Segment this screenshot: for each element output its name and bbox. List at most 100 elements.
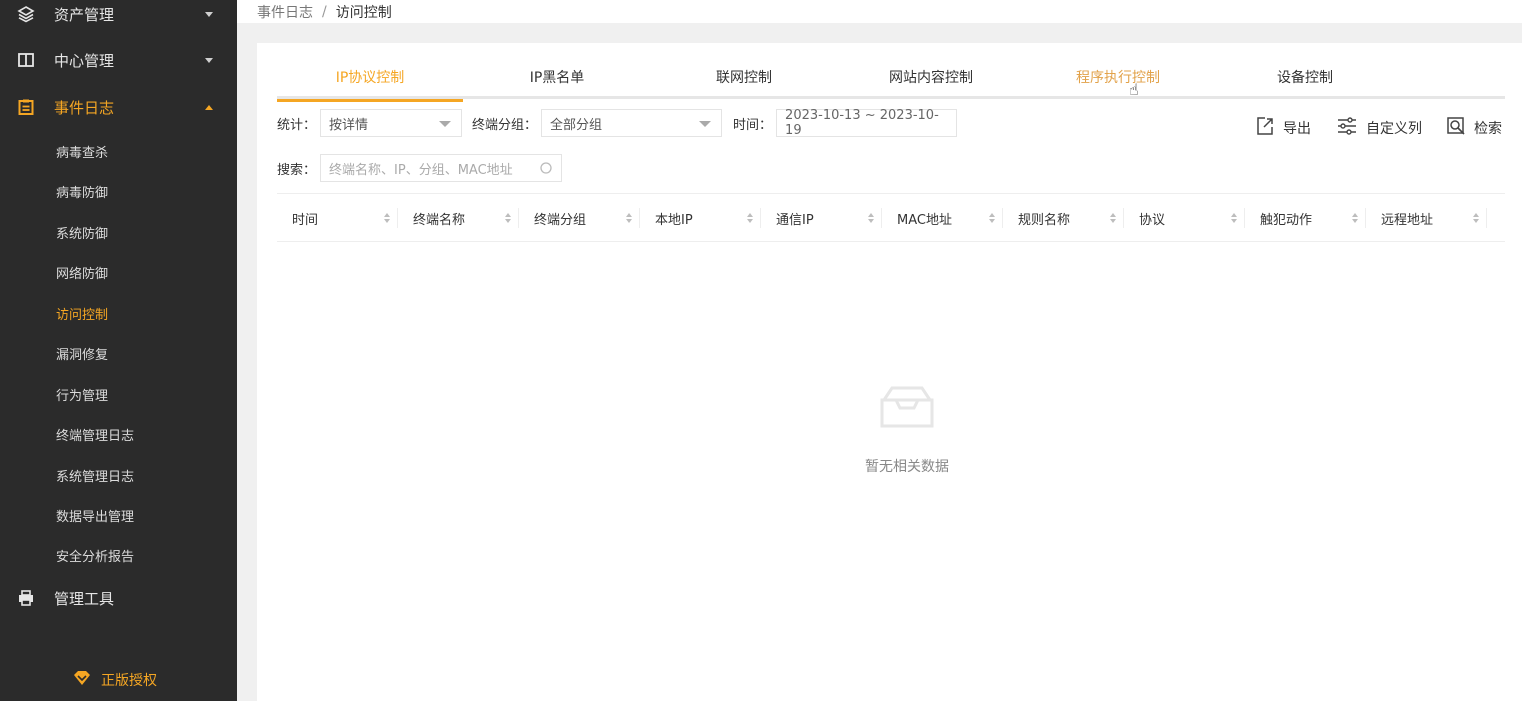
- empty-inbox-icon: [874, 386, 940, 442]
- sidebar-item-vulnerability-fix[interactable]: 漏洞修复: [0, 333, 237, 373]
- sidebar-item-security-report[interactable]: 安全分析报告: [0, 535, 237, 575]
- sort-icon[interactable]: [989, 213, 995, 223]
- sidebar-item-data-export[interactable]: 数据导出管理: [0, 495, 237, 535]
- license-link[interactable]: 正版授权: [73, 670, 157, 690]
- column-header-action[interactable]: 触犯动作: [1245, 194, 1366, 242]
- menu-asset-management[interactable]: 资产管理: [0, 0, 237, 37]
- menu-label: 资产管理: [54, 5, 115, 24]
- sidebar-item-system-defense[interactable]: 系统防御: [0, 212, 237, 252]
- column-header-remote-address[interactable]: 远程地址: [1366, 194, 1487, 242]
- sidebar: 资产管理 中心管理 事件日志 病毒查杀 病毒防御 系统防御 网络防御 访问控制 …: [0, 0, 237, 701]
- clipboard-icon: [17, 98, 35, 116]
- sort-icon[interactable]: [747, 213, 753, 223]
- license-label: 正版授权: [101, 673, 157, 689]
- export-label: 导出: [1283, 121, 1311, 137]
- search-icon: [1446, 116, 1466, 140]
- menu-center-management[interactable]: 中心管理: [0, 37, 237, 83]
- group-label: 终端分组：: [472, 117, 538, 133]
- sidebar-item-virus-scan[interactable]: 病毒查杀: [0, 131, 237, 171]
- sort-icon[interactable]: [505, 213, 511, 223]
- column-header-terminal-name[interactable]: 终端名称: [398, 194, 519, 242]
- sort-icon[interactable]: [1473, 213, 1479, 223]
- export-button[interactable]: 导出: [1255, 116, 1311, 140]
- search-row: 搜索： 终端名称、IP、分组、MAC地址: [277, 154, 563, 182]
- breadcrumb-separator: /: [322, 4, 327, 20]
- column-label: 本地IP: [655, 212, 693, 228]
- sidebar-item-virus-defense[interactable]: 病毒防御: [0, 171, 237, 211]
- menu-label: 中心管理: [54, 51, 115, 70]
- chevron-up-icon: [205, 104, 213, 110]
- column-header-local-ip[interactable]: 本地IP: [640, 194, 761, 242]
- stat-label: 统计：: [277, 117, 317, 133]
- retrieve-button[interactable]: 检索: [1446, 116, 1502, 140]
- sidebar-item-system-log[interactable]: 系统管理日志: [0, 455, 237, 495]
- custom-columns-button[interactable]: 自定义列: [1336, 116, 1422, 140]
- filter-row: 统计： 按详情 终端分组： 全部分组 时间： 2023-10-13 ~ 2023…: [277, 108, 958, 138]
- column-header-remote-ip[interactable]: 通信IP: [761, 194, 882, 242]
- search-input[interactable]: 终端名称、IP、分组、MAC地址: [320, 154, 563, 182]
- column-header-terminal-group[interactable]: 终端分组: [519, 194, 640, 242]
- search-placeholder: 终端名称、IP、分组、MAC地址: [329, 162, 513, 178]
- column-label: 终端名称: [413, 212, 466, 228]
- sidebar-item-network-defense[interactable]: 网络防御: [0, 252, 237, 292]
- tab-ip-protocol-control[interactable]: IP协议控制: [277, 55, 463, 102]
- search-icon: [540, 162, 553, 179]
- table-header: 时间 终端名称 终端分组 本地IP 通信IP MAC地址 规则名称 协议 触犯动…: [277, 193, 1505, 242]
- sort-icon[interactable]: [626, 213, 632, 223]
- stat-value: 按详情: [329, 117, 369, 133]
- column-label: 终端分组: [534, 212, 587, 228]
- hand-cursor-icon: ☝: [1129, 80, 1139, 99]
- column-label: 触犯动作: [1260, 212, 1313, 228]
- content-card: IP协议控制 IP黑名单 联网控制 网站内容控制 程序执行控制 设备控制 ☝ 统…: [257, 43, 1522, 701]
- column-header-time[interactable]: 时间: [277, 194, 398, 242]
- column-label: MAC地址: [897, 212, 952, 228]
- column-label: 远程地址: [1381, 212, 1434, 228]
- stat-select[interactable]: 按详情: [320, 109, 463, 137]
- tab-ip-blacklist[interactable]: IP黑名单: [464, 55, 650, 99]
- menu-event-log[interactable]: 事件日志: [0, 84, 237, 130]
- retrieve-label: 检索: [1474, 121, 1502, 137]
- column-label: 时间: [292, 212, 319, 228]
- column-header-rule-name[interactable]: 规则名称: [1003, 194, 1124, 242]
- tab-website-content-control[interactable]: 网站内容控制: [838, 55, 1024, 99]
- sort-icon[interactable]: [384, 213, 390, 223]
- time-label: 时间：: [733, 117, 773, 133]
- breadcrumb-parent[interactable]: 事件日志: [257, 2, 313, 22]
- export-icon: [1255, 116, 1275, 140]
- search-label: 搜索：: [277, 162, 317, 178]
- sidebar-item-access-control[interactable]: 访问控制: [0, 293, 237, 333]
- sort-icon[interactable]: [1110, 213, 1116, 223]
- column-header-protocol[interactable]: 协议: [1124, 194, 1245, 242]
- menu-management-tools[interactable]: 管理工具: [0, 575, 237, 621]
- tab-bar: IP协议控制 IP黑名单 联网控制 网站内容控制 程序执行控制 设备控制 ☝: [277, 55, 1505, 102]
- column-label: 协议: [1139, 212, 1166, 228]
- sort-icon[interactable]: [868, 213, 874, 223]
- caret-down-icon: [439, 121, 452, 127]
- sort-icon[interactable]: [1231, 213, 1237, 223]
- date-range-picker[interactable]: 2023-10-13 ~ 2023-10-19: [776, 108, 958, 138]
- group-select[interactable]: 全部分组: [541, 109, 723, 137]
- tab-device-control[interactable]: 设备控制: [1212, 55, 1398, 99]
- printer-icon: [17, 589, 35, 607]
- sidebar-item-behavior-management[interactable]: 行为管理: [0, 374, 237, 414]
- breadcrumb-current: 访问控制: [335, 5, 392, 21]
- sort-icon[interactable]: [1352, 213, 1358, 223]
- breadcrumb: 事件日志 / 访问控制: [237, 0, 1522, 23]
- column-label: 通信IP: [776, 212, 814, 228]
- tab-program-execution-control[interactable]: 程序执行控制: [1025, 55, 1211, 99]
- sliders-icon: [1336, 116, 1358, 140]
- sidebar-item-terminal-log[interactable]: 终端管理日志: [0, 414, 237, 454]
- chevron-down-icon: [205, 11, 213, 17]
- custom-columns-label: 自定义列: [1366, 121, 1422, 137]
- caret-down-icon: [699, 121, 712, 127]
- date-range-value: 2023-10-13 ~ 2023-10-19: [785, 108, 939, 138]
- diamond-icon: [73, 670, 91, 690]
- empty-text: 暂无相关数据: [865, 459, 949, 475]
- book-icon: [17, 51, 35, 69]
- menu-label: 管理工具: [54, 589, 115, 608]
- group-value: 全部分组: [550, 117, 603, 133]
- column-divider: [1486, 208, 1487, 228]
- tab-network-control[interactable]: 联网控制: [651, 55, 837, 99]
- layers-icon: [17, 5, 35, 23]
- column-header-mac-address[interactable]: MAC地址: [882, 194, 1003, 242]
